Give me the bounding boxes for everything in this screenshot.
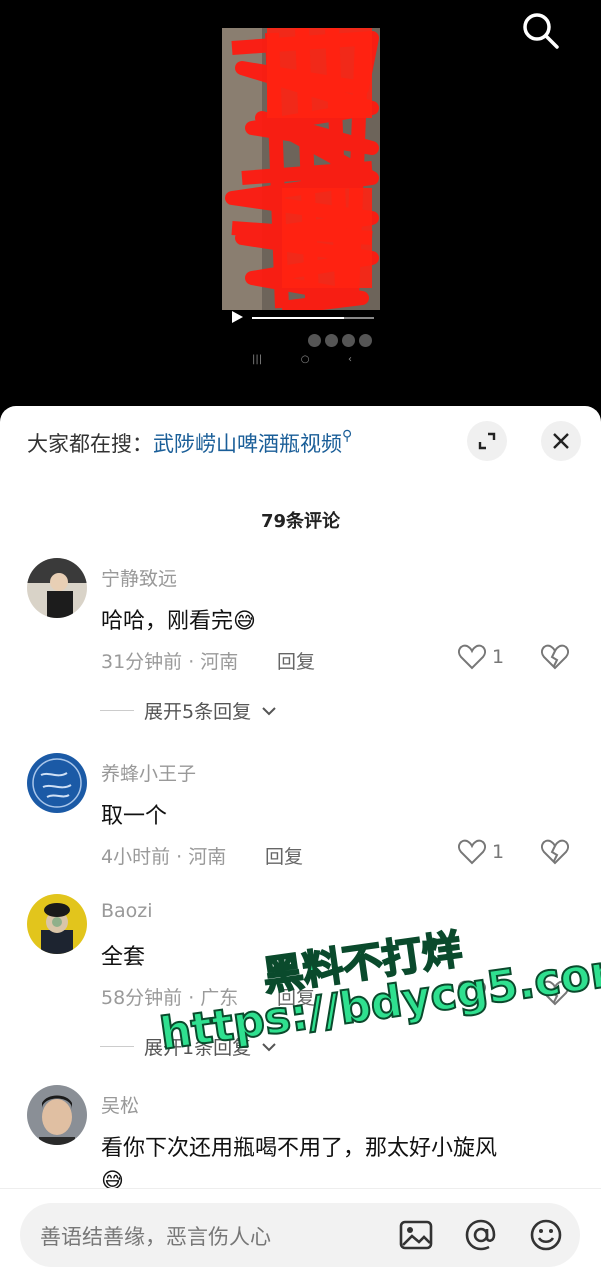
video-thumbnail [222, 28, 380, 310]
grid-icon [342, 334, 355, 347]
video-mini-controls [230, 311, 380, 325]
home-icon: ○ [300, 354, 310, 365]
search-icon [523, 13, 559, 49]
search-icon: ⚲ [342, 428, 353, 444]
broken-heart-icon [540, 980, 570, 1006]
play-icon[interactable] [232, 311, 243, 323]
comment-author[interactable]: Baozi [101, 900, 153, 922]
comment-time-location: 4小时前 · 河南 [101, 846, 227, 868]
reply-button[interactable]: 回复 [277, 647, 315, 674]
chevron-down-icon [262, 1042, 276, 1051]
search-button[interactable] [520, 10, 560, 50]
chevron-down-icon [262, 706, 276, 715]
comment-time-location: 58分钟前 · 广东 [101, 987, 239, 1009]
recent-apps-icon: ||| [252, 354, 263, 365]
hot-search-banner[interactable]: 大家都在搜：武陟崂山啤酒瓶视频⚲ [27, 428, 352, 458]
hot-search-query[interactable]: 武陟崂山啤酒瓶视频 [153, 432, 342, 456]
comment-input-bar: 善语结善缘，恶言伤人心 [0, 1188, 601, 1281]
expand-icon [478, 432, 496, 450]
broken-heart-icon [540, 644, 570, 670]
emoji-icon [530, 1219, 562, 1251]
image-icon [399, 1220, 433, 1250]
comment-time-location: 31分钟前 · 河南 [101, 651, 239, 673]
like-count: 1 [492, 841, 505, 863]
expand-replies-label: 展开1条回复 [144, 1037, 252, 1059]
heart-icon [458, 980, 486, 1006]
like-button[interactable]: 1 [458, 839, 504, 865]
emoji-button[interactable] [528, 1217, 564, 1253]
broken-heart-icon [540, 839, 570, 865]
comment-author[interactable]: 养蜂小王子 [101, 759, 196, 786]
close-button[interactable] [541, 421, 581, 461]
expand-button[interactable] [467, 421, 507, 461]
dislike-button[interactable] [540, 980, 570, 1010]
mini-nav-bar: ||| ○ ‹ [252, 354, 352, 366]
comment-text: 全套 [101, 945, 146, 970]
heart-icon [458, 839, 486, 865]
like-button[interactable]: 1 [458, 644, 504, 670]
comment-author[interactable]: 宁静致远 [101, 564, 177, 591]
comment-count: 79条评论 [260, 511, 341, 532]
comment-text: 取一个 [101, 804, 168, 829]
comment-sheet: 大家都在搜：武陟崂山啤酒瓶视频⚲ 79条评论 宁静致远 哈哈，刚看完😅 31分钟… [0, 406, 601, 1281]
avatar[interactable] [27, 753, 87, 813]
comment-text: 看你下次还用瓶喝不用了，那太好小旋风 [101, 1136, 498, 1161]
video-area[interactable]: ||| ○ ‹ [0, 0, 601, 410]
like-count: 1 [492, 646, 505, 668]
like-button[interactable] [458, 980, 492, 1006]
more-icon [359, 334, 372, 347]
video-mini-actions [308, 334, 372, 347]
comment-author[interactable]: 吴松 [101, 1091, 139, 1118]
expand-replies-button[interactable]: 展开1条回复 [100, 1033, 277, 1060]
dislike-button[interactable] [540, 644, 570, 674]
close-icon [553, 433, 569, 449]
share-icon [308, 334, 321, 347]
expand-replies-button[interactable]: 展开5条回复 [100, 697, 277, 724]
comment-input-placeholder: 善语结善缘，恶言伤人心 [40, 1225, 271, 1249]
video-progress-track[interactable] [252, 317, 374, 319]
save-icon [325, 334, 338, 347]
reply-button[interactable]: 回复 [277, 983, 315, 1010]
hot-search-label: 大家都在搜： [27, 432, 153, 456]
avatar[interactable] [27, 894, 87, 954]
mention-button[interactable] [463, 1217, 499, 1253]
heart-icon [458, 644, 486, 670]
avatar[interactable] [27, 558, 87, 618]
avatar[interactable] [27, 1085, 87, 1145]
dislike-button[interactable] [540, 839, 570, 869]
back-icon: ‹ [348, 354, 352, 365]
expand-replies-label: 展开5条回复 [144, 701, 252, 723]
image-picker-button[interactable] [398, 1217, 434, 1253]
at-icon [465, 1219, 496, 1251]
comment-text: 哈哈，刚看完😅 [101, 609, 256, 634]
comment-input[interactable]: 善语结善缘，恶言伤人心 [20, 1203, 580, 1267]
reply-button[interactable]: 回复 [265, 842, 303, 869]
